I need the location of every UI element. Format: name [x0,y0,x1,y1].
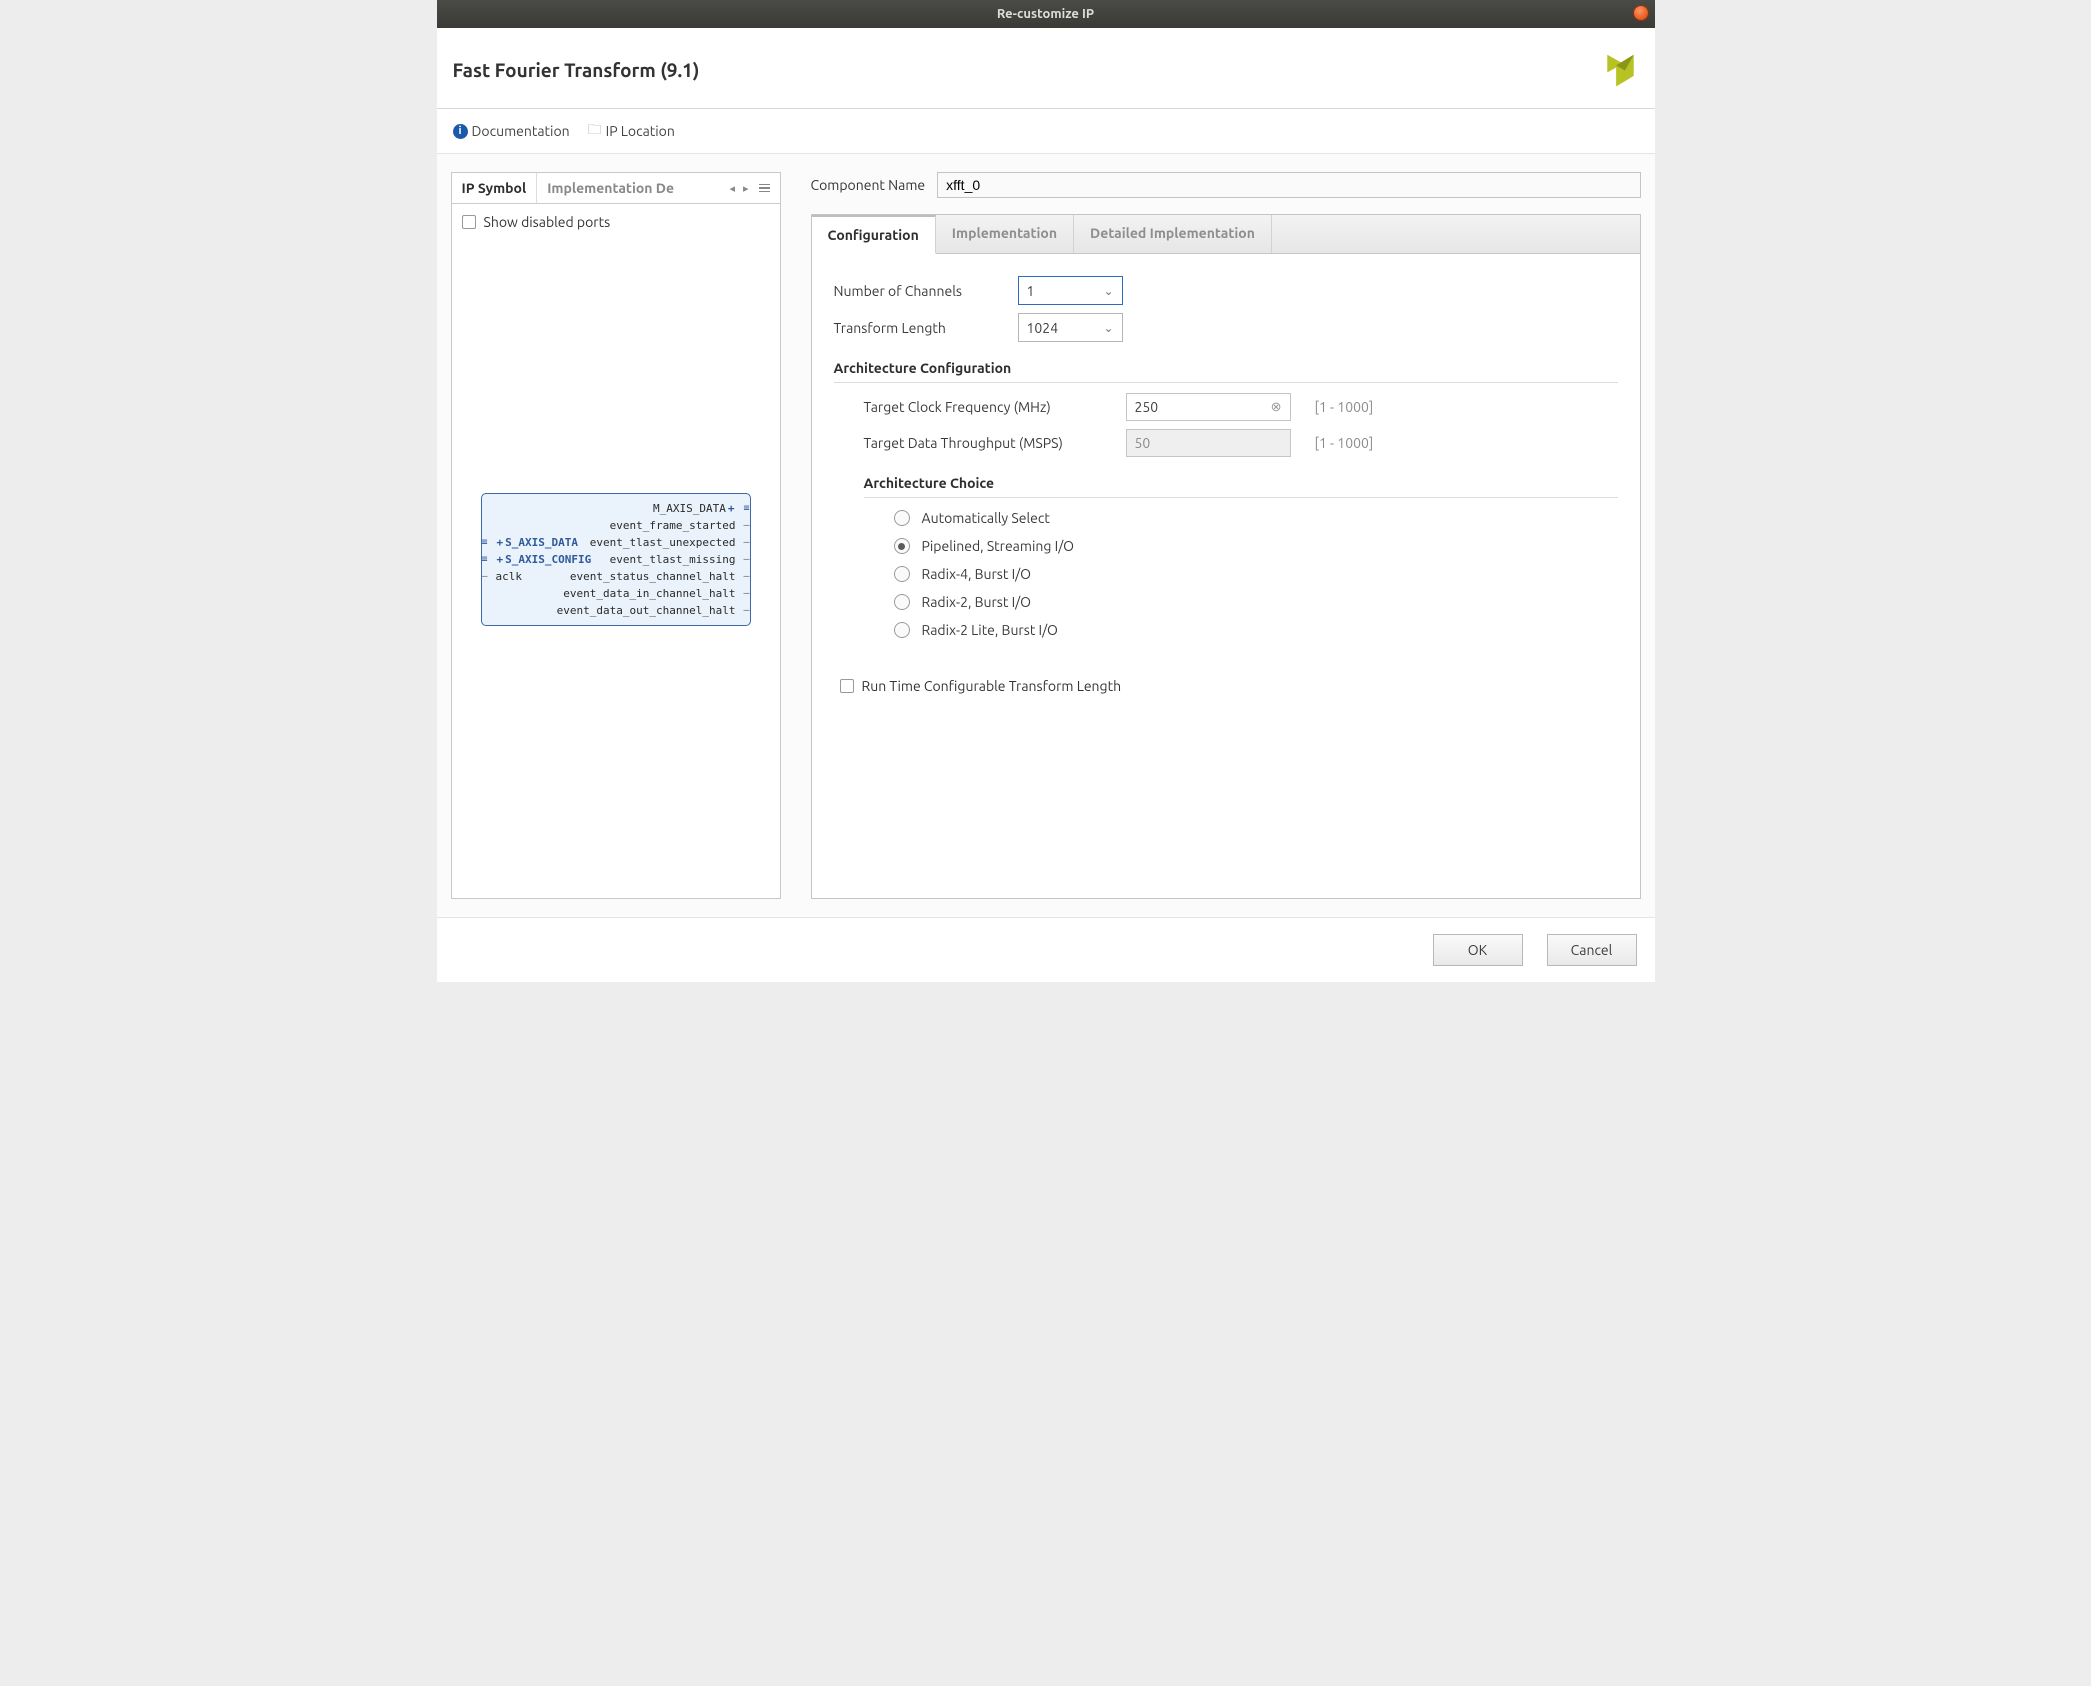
show-disabled-ports-checkbox[interactable] [462,215,476,229]
bus-expand-icon[interactable]: + [728,502,735,515]
ip-location-link[interactable]: 🗀 IP Location [588,119,675,143]
tab-menu-icon[interactable] [755,184,774,193]
divider [864,497,1618,498]
transform-length-label: Transform Length [834,320,1004,336]
throughput-input: 50 [1126,429,1291,457]
tab-scroll-right-icon[interactable]: ▸ [741,182,751,195]
ip-location-label: IP Location [606,123,675,139]
num-channels-label: Number of Channels [834,283,1004,299]
chevron-down-icon: ⌄ [1103,321,1113,335]
close-button[interactable] [1633,5,1649,21]
throughput-range: [1 - 1000] [1315,435,1374,451]
port-s-axis-data: S_AXIS_DATA [505,536,578,549]
tab-detailed-implementation[interactable]: Detailed Implementation [1074,215,1272,253]
documentation-label: Documentation [472,123,570,139]
info-icon: i [453,124,468,139]
tab-configuration[interactable]: Configuration [812,215,936,254]
clock-freq-input[interactable]: 250 ⊗ [1126,393,1291,421]
port-m-axis-data: M_AXIS_DATA [653,502,726,515]
tab-scroll-left-icon[interactable]: ◂ [727,182,737,195]
footer: OK Cancel [437,917,1655,982]
left-tab-strip: IP Symbol Implementation De ◂ ▸ [452,173,780,204]
ip-symbol-canvas: M_AXIS_DATA + event_frame_started + S_AX… [462,230,770,888]
num-channels-select[interactable]: 1 ⌄ [1018,276,1123,305]
arch-choice-pipelined[interactable]: Pipelined, Streaming I/O [894,538,1618,554]
bus-expand-icon[interactable]: + [497,536,504,549]
xilinx-logo-icon [1595,46,1639,94]
runtime-config-row[interactable]: Run Time Configurable Transform Length [840,678,1618,694]
num-channels-value: 1 [1027,283,1035,299]
throughput-label: Target Data Throughput (MSPS) [864,435,1112,451]
chevron-down-icon: ⌄ [1103,284,1113,298]
radio-icon[interactable] [894,566,910,582]
arch-choice-label: Pipelined, Streaming I/O [922,538,1075,554]
arch-choice-label: Radix-4, Burst I/O [922,566,1031,582]
arch-choice-auto[interactable]: Automatically Select [894,510,1618,526]
clear-icon[interactable]: ⊗ [1271,400,1282,415]
port-event-tlast-unexpected: event_tlast_unexpected [590,536,736,549]
left-panel: IP Symbol Implementation De ◂ ▸ Show dis… [451,172,781,899]
arch-choice-radix4[interactable]: Radix-4, Burst I/O [894,566,1618,582]
arch-choice-radix2lite[interactable]: Radix-2 Lite, Burst I/O [894,622,1618,638]
tab-implementation-details[interactable]: Implementation De [537,173,684,203]
folder-icon: 🗀 [588,119,602,143]
clock-freq-range: [1 - 1000] [1315,399,1374,415]
left-tab-body: Show disabled ports M_AXIS_DATA + event_… [452,204,780,898]
bus-expand-icon[interactable]: + [497,553,504,566]
transform-length-select[interactable]: 1024 ⌄ [1018,313,1123,342]
port-event-data-out-channel-halt: event_data_out_channel_halt [557,604,736,617]
port-event-data-in-channel-halt: event_data_in_channel_halt [563,587,735,600]
clock-freq-label: Target Clock Frequency (MHz) [864,399,1112,415]
tab-ip-symbol[interactable]: IP Symbol [452,173,538,203]
arch-choice-label: Automatically Select [922,510,1050,526]
port-aclk: aclk [496,570,523,583]
tab-body-configuration: Number of Channels 1 ⌄ Transform Length … [812,254,1640,898]
port-event-frame-started: event_frame_started [610,519,736,532]
tab-implementation[interactable]: Implementation [936,215,1074,253]
window-title: Re-customize IP [997,7,1094,21]
port-event-tlast-missing: event_tlast_missing [610,553,736,566]
show-disabled-ports-label: Show disabled ports [484,214,611,230]
arch-choice-radix2[interactable]: Radix-2, Burst I/O [894,594,1618,610]
radio-icon[interactable] [894,510,910,526]
body: IP Symbol Implementation De ◂ ▸ Show dis… [437,154,1655,917]
main-tabbox: Configuration Implementation Detailed Im… [811,214,1641,899]
arch-choice-label: Radix-2 Lite, Burst I/O [922,622,1058,638]
throughput-value: 50 [1135,435,1151,451]
arch-choice-heading: Architecture Choice [834,475,1618,491]
recustomize-ip-window: Re-customize IP Fast Fourier Transform (… [437,0,1655,982]
clock-freq-value: 250 [1135,399,1159,415]
runtime-config-checkbox[interactable] [840,679,854,693]
port-event-status-channel-halt: event_status_channel_halt [570,570,736,583]
title-bar: Re-customize IP [437,0,1655,28]
main-tab-strip: Configuration Implementation Detailed Im… [812,215,1640,254]
transform-length-value: 1024 [1027,320,1059,336]
documentation-link[interactable]: i Documentation [453,123,570,139]
ip-header: Fast Fourier Transform (9.1) [437,28,1655,109]
arch-config-heading: Architecture Configuration [834,360,1618,376]
divider [834,382,1618,383]
runtime-config-label: Run Time Configurable Transform Length [862,678,1122,694]
ok-button[interactable]: OK [1433,934,1523,966]
component-name-input[interactable] [937,172,1640,198]
show-disabled-ports-row[interactable]: Show disabled ports [462,214,770,230]
ip-title: Fast Fourier Transform (9.1) [453,59,700,81]
link-bar: i Documentation 🗀 IP Location [437,109,1655,154]
radio-icon[interactable] [894,538,910,554]
component-name-row: Component Name [811,172,1641,198]
cancel-button[interactable]: Cancel [1547,934,1637,966]
radio-icon[interactable] [894,594,910,610]
right-panel: Component Name Configuration Implementat… [811,172,1641,899]
component-name-label: Component Name [811,177,926,193]
port-s-axis-config: S_AXIS_CONFIG [505,553,591,566]
arch-choice-label: Radix-2, Burst I/O [922,594,1031,610]
ip-block-diagram: M_AXIS_DATA + event_frame_started + S_AX… [481,493,751,626]
radio-icon[interactable] [894,622,910,638]
